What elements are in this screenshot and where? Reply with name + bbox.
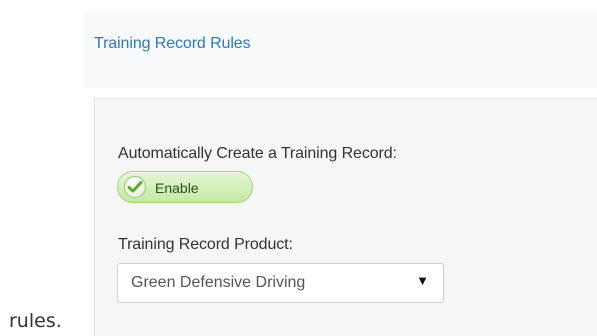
enable-label: Enable (155, 180, 199, 196)
dropdown-arrow-icon: ▼ (416, 273, 429, 288)
product-select[interactable]: Green Defensive Driving ▼ (117, 263, 444, 303)
product-label: Training Record Product: (118, 236, 293, 253)
enable-toggle-button[interactable]: Enable (117, 171, 253, 203)
section-title: Training Record Rules (94, 35, 251, 52)
auto-create-label: Automatically Create a Training Record: (118, 145, 397, 162)
product-select-value: Green Defensive Driving (131, 274, 306, 291)
trailing-text: rules. (9, 310, 62, 332)
page-root: Training Record Rules Automatically Crea… (0, 0, 597, 336)
check-circle-icon (124, 176, 146, 198)
